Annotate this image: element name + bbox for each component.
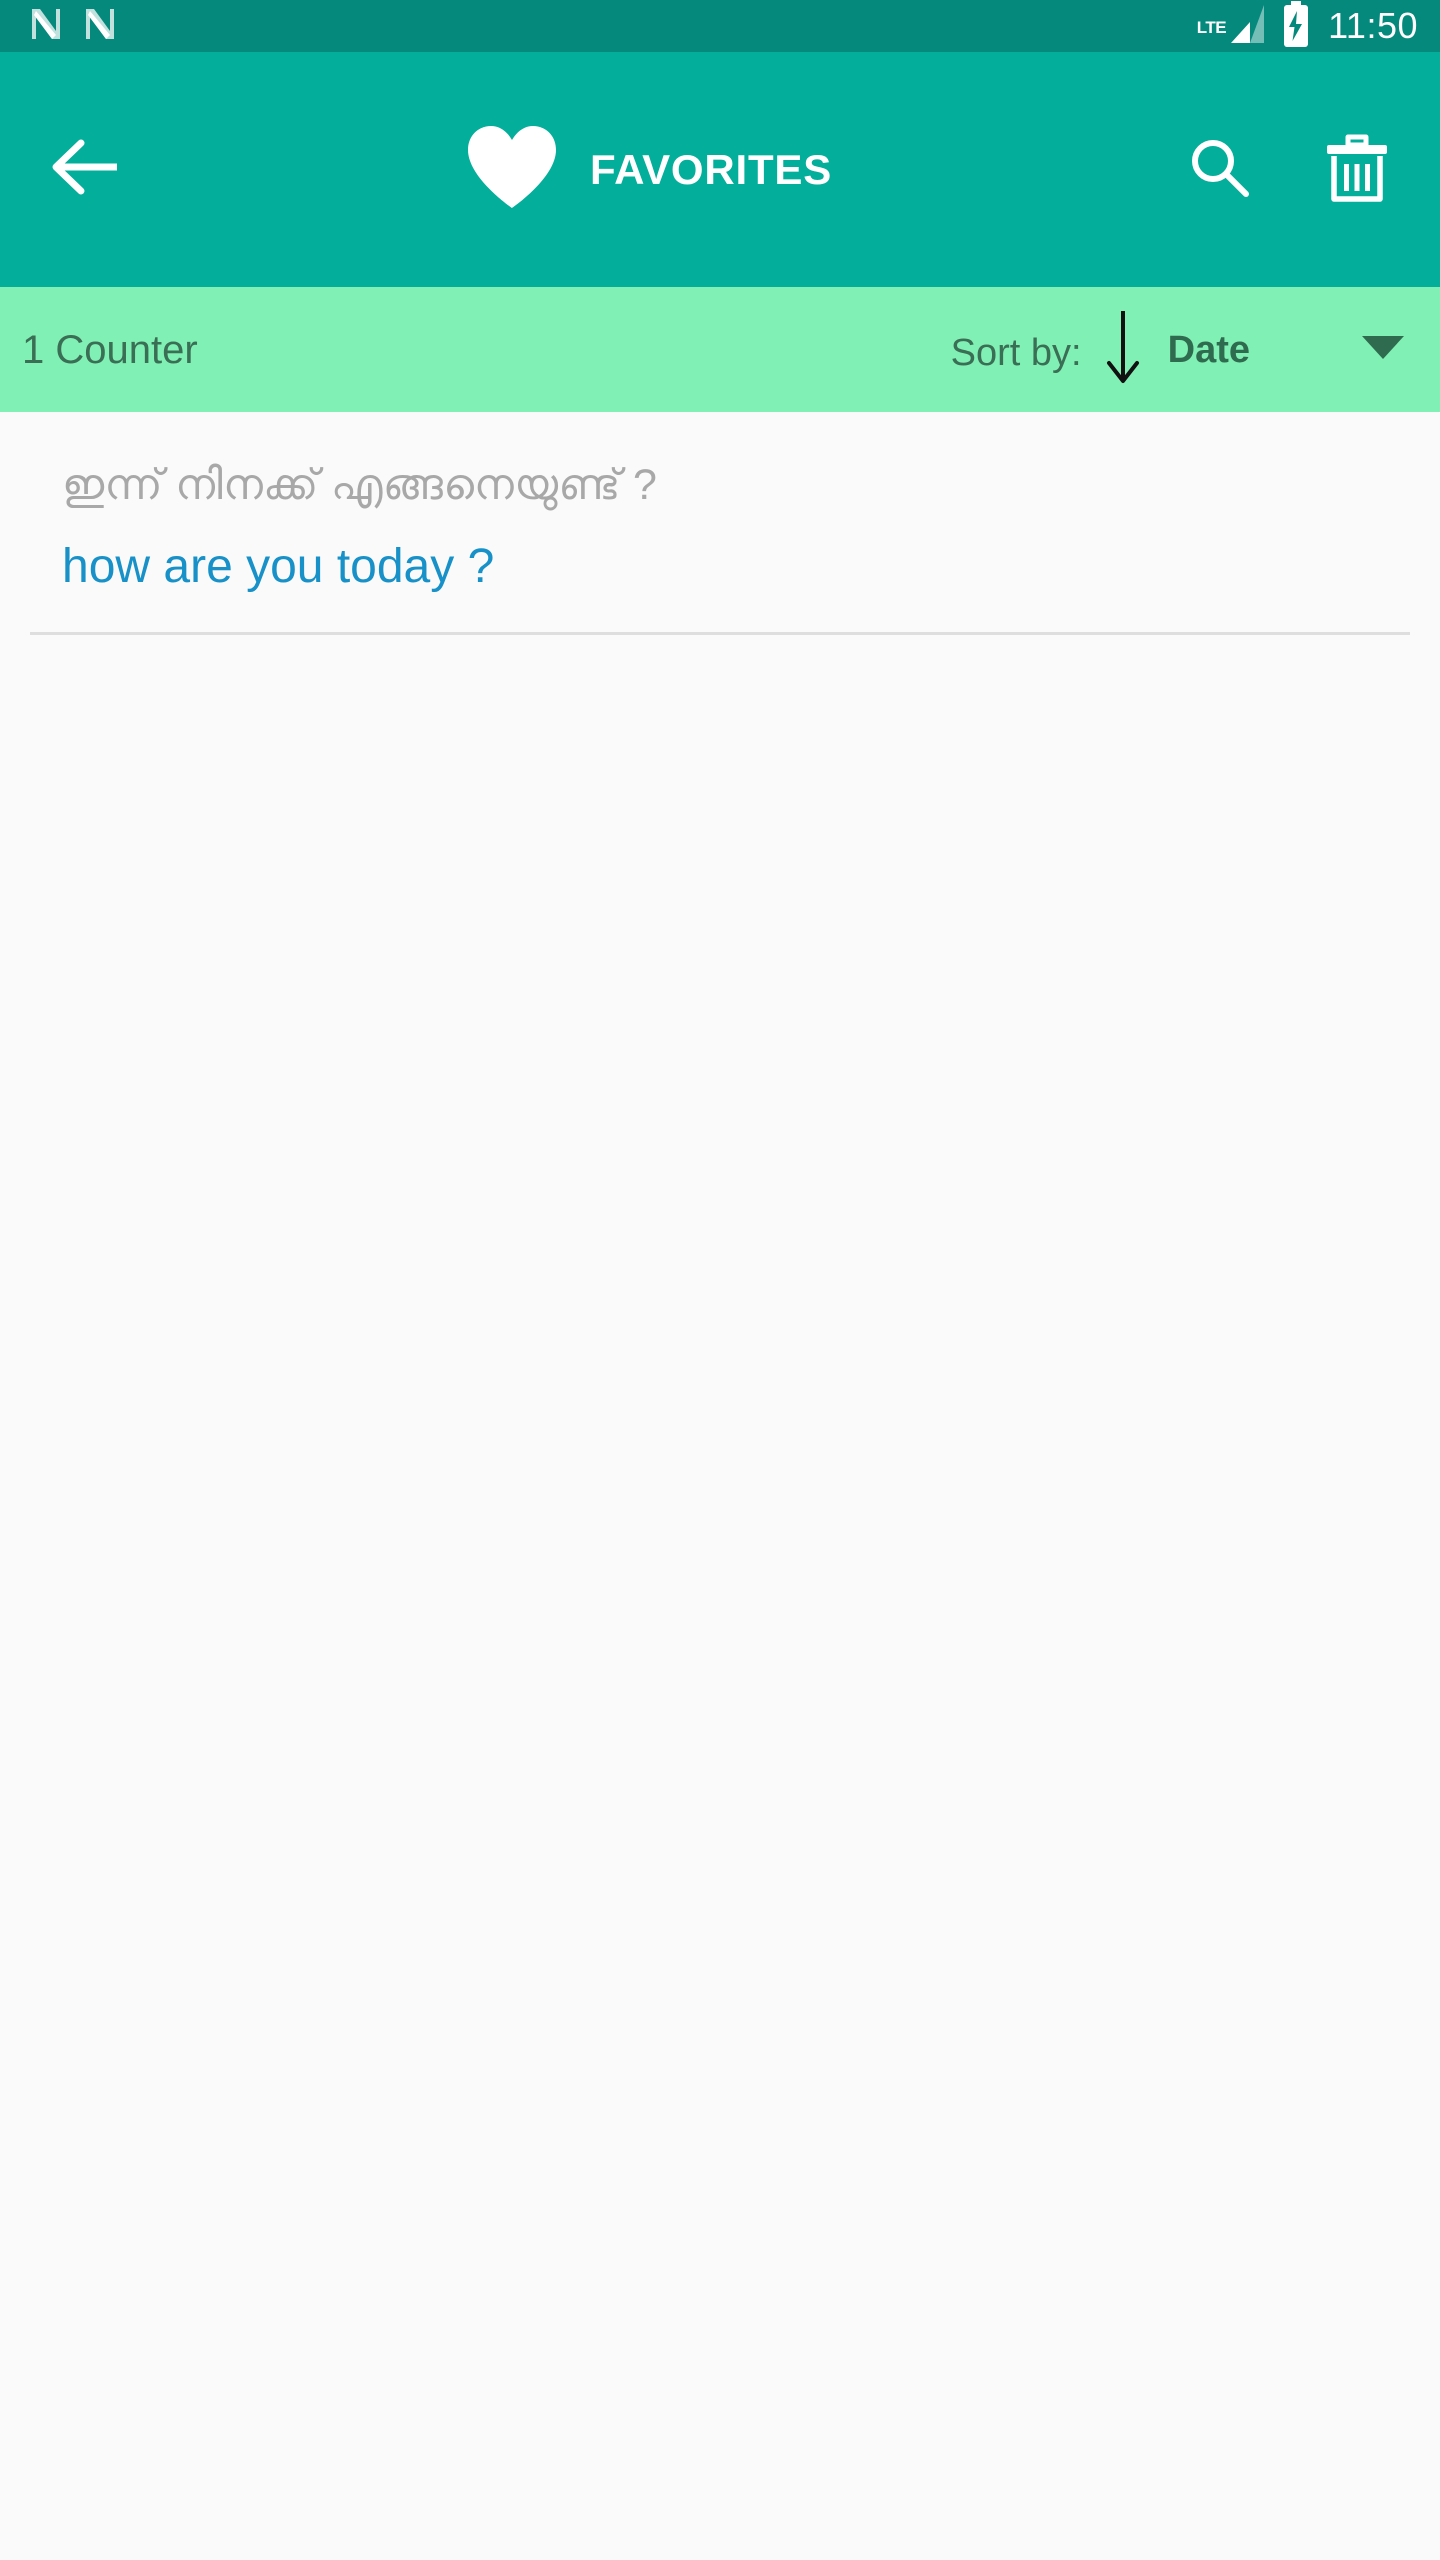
notification-n-icon xyxy=(26,5,64,48)
network-label: LTE xyxy=(1196,17,1227,37)
arrow-down-icon[interactable] xyxy=(1106,309,1140,390)
back-button[interactable] xyxy=(32,115,142,225)
caret-down-icon[interactable] xyxy=(1360,332,1406,367)
status-bar-indicators: LTE 11:50 xyxy=(1197,0,1418,52)
app-bar: FAVORITES xyxy=(0,52,1440,287)
list-divider xyxy=(30,632,1410,636)
app-bar-title-group: FAVORITES xyxy=(132,124,1164,215)
heart-icon xyxy=(464,124,560,215)
sort-bar: 1 Counter Sort by: Date xyxy=(0,287,1440,412)
sort-by-label: Sort by: xyxy=(950,331,1082,374)
battery-charging-icon xyxy=(1282,0,1310,52)
list-item[interactable]: ഇന്ന് നിനക്ക് എങ്ങനെയുണ്ട് ? how are you… xyxy=(0,456,1440,598)
search-icon xyxy=(1186,134,1252,205)
back-arrow-icon xyxy=(51,136,123,203)
network-indicator: LTE xyxy=(1197,3,1268,50)
signal-bars-icon xyxy=(1228,3,1268,50)
sort-value-label[interactable]: Date xyxy=(1168,331,1250,369)
status-bar-notifications xyxy=(26,5,118,48)
list-item-translation-text: how are you today ? xyxy=(62,540,495,594)
notification-n-icon xyxy=(80,5,118,48)
phone-screen: LTE 11:50 FAVORITES 1 Counter Sort by: D… xyxy=(0,0,1440,2560)
favorites-list: ഇന്ന് നിനക്ക് എങ്ങനെയുണ്ട് ? how are you… xyxy=(0,412,1440,636)
app-bar-actions xyxy=(1164,115,1412,225)
list-item-source-text: ഇന്ന് നിനക്ക് എങ്ങനെയുണ്ട് ? xyxy=(62,461,658,509)
page-title: FAVORITES xyxy=(589,145,833,193)
trash-icon xyxy=(1324,129,1390,210)
sort-control-group[interactable]: Sort by: Date xyxy=(951,309,1406,390)
search-button[interactable] xyxy=(1164,115,1274,225)
status-bar: LTE 11:50 xyxy=(0,0,1440,52)
delete-button[interactable] xyxy=(1302,115,1412,225)
status-bar-clock: 11:50 xyxy=(1328,5,1418,46)
counter-label: 1 Counter xyxy=(22,327,198,372)
